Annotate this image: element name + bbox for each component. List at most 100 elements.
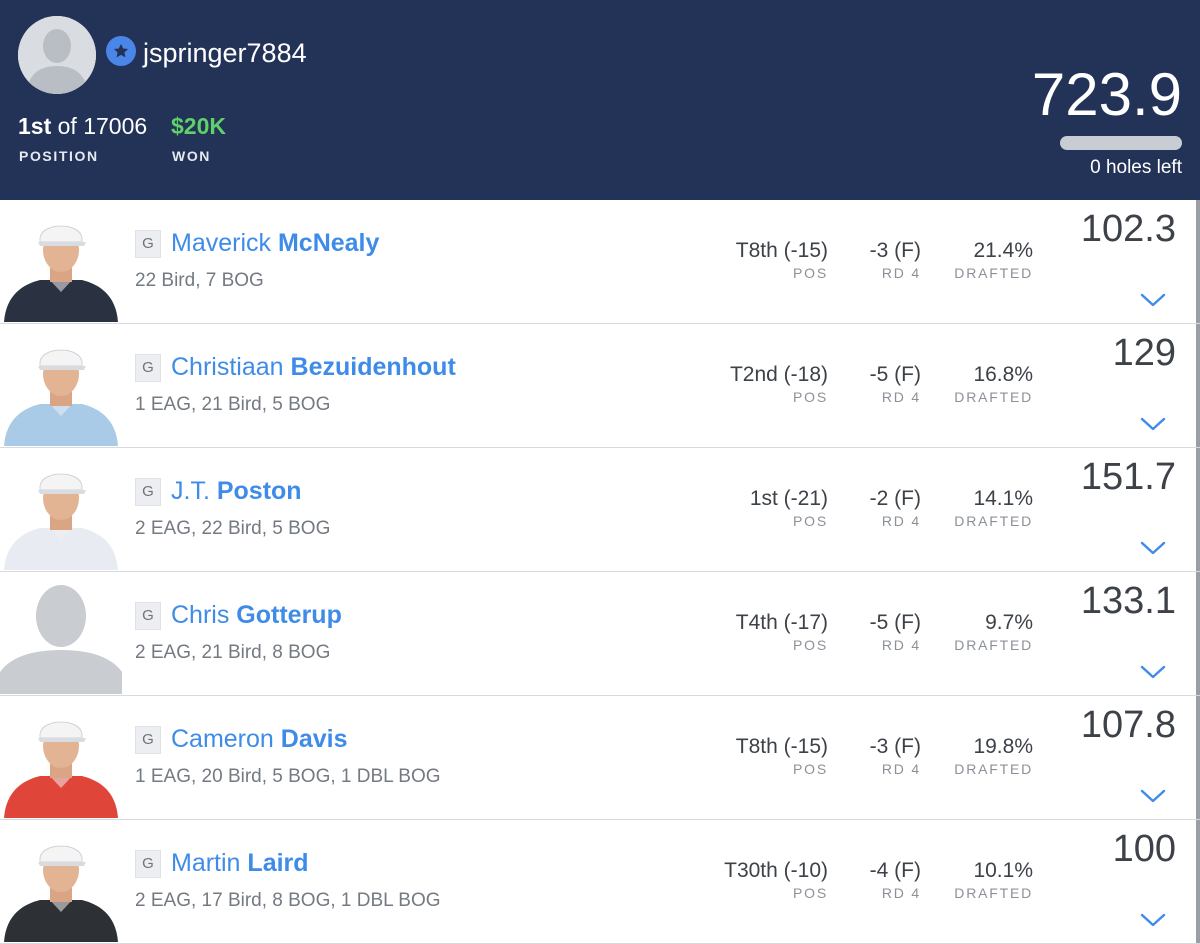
- tournament-position: 1st (-21) POS: [750, 486, 828, 529]
- fantasy-points: 102.3: [1080, 208, 1176, 250]
- round-score: -2 (F) RD 4: [870, 486, 921, 529]
- won-amount: $20K: [171, 113, 226, 139]
- round-score-label: RD 4: [881, 265, 921, 281]
- player-headshot-icon: [0, 700, 122, 818]
- tournament-position-label: POS: [793, 265, 828, 281]
- fantasy-points: 100: [1112, 828, 1176, 870]
- tournament-position-value: T8th (-15): [735, 239, 828, 262]
- tournament-position-value: T2nd (-18): [729, 363, 828, 386]
- player-row[interactable]: G J.T. Poston 2 EAG, 22 Bird, 5 BOG 1st …: [0, 448, 1200, 572]
- drafted-value: 10.1%: [973, 859, 1033, 882]
- holes-left: 0 holes left: [1090, 157, 1182, 178]
- round-score: -5 (F) RD 4: [870, 610, 921, 653]
- tournament-position-label: POS: [793, 885, 828, 901]
- round-score-label: RD 4: [881, 885, 921, 901]
- player-scoring-stats: 1 EAG, 21 Bird, 5 BOG: [135, 394, 331, 415]
- drafted-label: DRAFTED: [954, 637, 1033, 653]
- round-score: -3 (F) RD 4: [870, 734, 921, 777]
- player-first-name: Christiaan: [171, 353, 284, 381]
- tournament-position: T8th (-15) POS: [736, 238, 828, 281]
- total-score: 723.9: [1031, 61, 1182, 128]
- fantasy-points: 151.7: [1080, 456, 1176, 498]
- lineup-roster: G Maverick McNealy 22 Bird, 7 BOG T8th (…: [0, 200, 1200, 944]
- drafted-label: DRAFTED: [954, 513, 1033, 529]
- tournament-position-label: POS: [793, 513, 828, 529]
- player-name[interactable]: J.T. Poston: [171, 475, 302, 507]
- player-name[interactable]: Chris Gotterup: [171, 599, 342, 631]
- round-score-value: -5 (F): [869, 611, 921, 634]
- player-last-name: McNealy: [277, 229, 380, 257]
- username[interactable]: jspringer7884: [143, 36, 307, 70]
- player-last-name: Poston: [216, 477, 302, 505]
- round-score-value: -3 (F): [869, 735, 921, 758]
- avatar-silhouette-icon: [18, 16, 96, 94]
- player-photo: [0, 824, 122, 942]
- player-name[interactable]: Martin Laird: [171, 847, 309, 879]
- player-scoring-stats: 2 EAG, 22 Bird, 5 BOG: [135, 518, 331, 539]
- player-headshot-icon: [0, 824, 122, 942]
- player-row[interactable]: G Christiaan Bezuidenhout 1 EAG, 21 Bird…: [0, 324, 1200, 448]
- tournament-position: T2nd (-18) POS: [730, 362, 828, 405]
- drafted-value: 21.4%: [973, 239, 1033, 262]
- drafted-value: 14.1%: [973, 487, 1033, 510]
- chevron-down-icon[interactable]: [1140, 788, 1166, 804]
- tournament-position: T4th (-17) POS: [736, 610, 828, 653]
- player-headshot-icon: [0, 204, 122, 322]
- position-badge: G: [135, 726, 161, 754]
- rank-of-total: of 17006: [51, 113, 148, 139]
- rank-position: 1st: [18, 113, 52, 139]
- drafted-value: 16.8%: [973, 363, 1033, 386]
- round-score-label: RD 4: [881, 389, 921, 405]
- round-score-label: RD 4: [881, 513, 921, 529]
- round-score-label: RD 4: [881, 761, 921, 777]
- chevron-down-icon[interactable]: [1140, 912, 1166, 928]
- rank-summary: 1st of 17006: [18, 112, 147, 140]
- placeholder-silhouette-icon: [0, 576, 122, 694]
- player-scoring-stats: 2 EAG, 21 Bird, 8 BOG: [135, 642, 331, 663]
- user-avatar[interactable]: [18, 16, 96, 94]
- position-badge: G: [135, 602, 161, 630]
- player-row[interactable]: G Maverick McNealy 22 Bird, 7 BOG T8th (…: [0, 200, 1200, 324]
- player-headshot-icon: [0, 452, 122, 570]
- tournament-position: T30th (-10) POS: [724, 858, 828, 901]
- chevron-down-icon[interactable]: [1140, 664, 1166, 680]
- player-last-name: Bezuidenhout: [290, 353, 456, 381]
- player-name[interactable]: Cameron Davis: [171, 723, 348, 755]
- player-scoring-stats: 22 Bird, 7 BOG: [135, 270, 264, 291]
- drafted-percentage: 21.4% DRAFTED: [954, 238, 1033, 281]
- drafted-label: DRAFTED: [954, 885, 1033, 901]
- player-row[interactable]: G Cameron Davis 1 EAG, 20 Bird, 5 BOG, 1…: [0, 696, 1200, 820]
- round-score-value: -3 (F): [869, 239, 921, 262]
- player-scoring-stats: 2 EAG, 17 Bird, 8 BOG, 1 DBL BOG: [135, 890, 441, 911]
- player-last-name: Davis: [280, 725, 348, 753]
- holes-progress-fill: [1060, 136, 1182, 150]
- position-label: POSITION: [19, 148, 99, 164]
- tournament-position-value: T4th (-17): [735, 611, 828, 634]
- position-badge: G: [135, 850, 161, 878]
- player-headshot-icon: [0, 328, 122, 446]
- star-badge-icon: [106, 36, 136, 66]
- chevron-down-icon[interactable]: [1140, 292, 1166, 308]
- tournament-position-label: POS: [793, 761, 828, 777]
- player-row[interactable]: G Chris Gotterup 2 EAG, 21 Bird, 8 BOG T…: [0, 572, 1200, 696]
- holes-progress-bar: [1060, 136, 1182, 150]
- player-first-name: Maverick: [171, 229, 272, 257]
- round-score-value: -4 (F): [869, 859, 921, 882]
- drafted-label: DRAFTED: [954, 265, 1033, 281]
- position-badge: G: [135, 230, 161, 258]
- player-row[interactable]: G Martin Laird 2 EAG, 17 Bird, 8 BOG, 1 …: [0, 820, 1200, 944]
- round-score-value: -5 (F): [869, 363, 921, 386]
- round-score: -3 (F) RD 4: [870, 238, 921, 281]
- player-first-name: Chris: [171, 601, 230, 629]
- tournament-position-label: POS: [793, 389, 828, 405]
- player-name[interactable]: Maverick McNealy: [171, 227, 379, 259]
- player-first-name: Cameron: [171, 725, 274, 753]
- player-scoring-stats: 1 EAG, 20 Bird, 5 BOG, 1 DBL BOG: [135, 766, 441, 787]
- chevron-down-icon[interactable]: [1140, 416, 1166, 432]
- player-name[interactable]: Christiaan Bezuidenhout: [171, 351, 456, 383]
- player-photo: [0, 328, 122, 446]
- player-photo: [0, 576, 122, 694]
- chevron-down-icon[interactable]: [1140, 540, 1166, 556]
- round-score-label: RD 4: [881, 637, 921, 653]
- round-score-value: -2 (F): [869, 487, 921, 510]
